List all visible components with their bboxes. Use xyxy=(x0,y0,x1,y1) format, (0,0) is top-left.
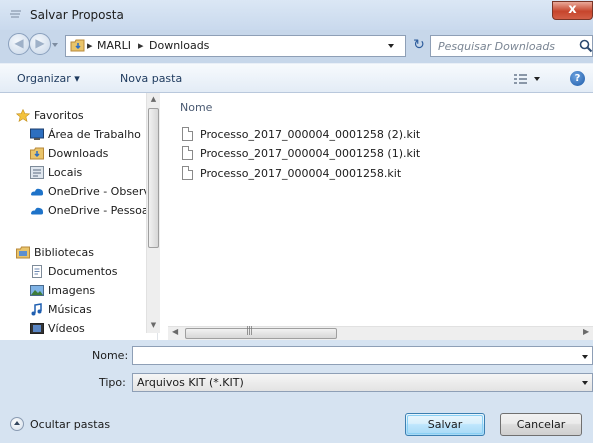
file-icon xyxy=(182,166,193,180)
videos-icon xyxy=(30,323,44,334)
address-dropdown-icon[interactable] xyxy=(388,44,394,48)
sidebar-item-downloads[interactable]: Downloads xyxy=(10,145,150,163)
hide-folders-label: Ocultar pastas xyxy=(30,418,111,431)
save-button-label: Salvar xyxy=(427,418,463,431)
grip-icon: ||| xyxy=(246,326,253,336)
breadcrumb-downloads[interactable]: Downloads xyxy=(149,39,209,52)
music-icon xyxy=(31,303,42,316)
navigation-pane-scrollbar[interactable]: ▲ ▼ xyxy=(146,93,160,333)
save-dialog: Salvar Proposta x ◀ ▶ ▸ MARLI ▸ Download… xyxy=(0,0,593,443)
scroll-up-arrow-icon[interactable]: ▲ xyxy=(147,95,160,103)
cancel-button[interactable]: Cancelar xyxy=(500,413,582,436)
scroll-down-arrow-icon[interactable]: ▼ xyxy=(147,321,160,329)
file-icon xyxy=(182,127,193,141)
chevron-down-icon[interactable] xyxy=(582,381,588,385)
sidebar-item-desktop[interactable]: Área de Trabalho xyxy=(10,126,150,144)
sidebar-item-recent-places[interactable]: Locais xyxy=(10,164,150,182)
search-placeholder: Pesquisar Downloads xyxy=(438,40,556,53)
command-bar: Organizar ▾ Nova pasta ? xyxy=(0,63,593,93)
file-list: Nome Processo_2017_000004_0001258 (2).ki… xyxy=(168,93,593,340)
sidebar-item-onedrive-personal[interactable]: OneDrive - Pessoal xyxy=(10,202,152,220)
save-button[interactable]: Salvar xyxy=(405,413,485,436)
sidebar-item-label: Locais xyxy=(48,166,83,179)
file-name: Processo_2017_000004_0001258 (1).kit xyxy=(200,147,421,160)
sidebar-item-label: Bibliotecas xyxy=(34,246,95,259)
onedrive-icon xyxy=(31,188,44,196)
desktop-icon xyxy=(30,128,44,140)
sidebar-item-label: Downloads xyxy=(48,147,109,160)
scroll-right-arrow-icon[interactable]: ▶ xyxy=(583,327,589,336)
collapse-icon xyxy=(10,417,24,431)
file-type-label: Tipo: xyxy=(99,376,126,389)
breadcrumb-separator: ▸ xyxy=(87,39,93,52)
new-folder-button[interactable]: Nova pasta xyxy=(120,72,182,85)
sidebar-item-label: Vídeos xyxy=(48,322,85,335)
change-view-icon[interactable] xyxy=(513,71,543,87)
sidebar-item-label: OneDrive - Observatório xyxy=(48,185,157,198)
save-options: Nome: Tipo: Arquivos KIT (*.KIT) Ocultar… xyxy=(0,340,593,443)
organize-button[interactable]: Organizar ▾ xyxy=(17,72,80,85)
sidebar-item-label: Área de Trabalho xyxy=(48,128,141,141)
sidebar-item-label: Imagens xyxy=(48,284,96,297)
sidebar-item-label: Músicas xyxy=(48,303,92,316)
onedrive-icon xyxy=(31,207,44,215)
title-bar[interactable]: Salvar Proposta x xyxy=(0,0,593,30)
file-name-label: Nome: xyxy=(92,349,129,362)
navigation-pane: Favoritos Área de Trabalho Downloads Loc… xyxy=(10,93,158,340)
file-list-scrollbar[interactable]: ◀ ||| ▶ xyxy=(168,326,593,341)
file-name-field[interactable] xyxy=(132,346,593,365)
forward-arrow-icon: ▶ xyxy=(35,36,45,50)
file-type-select[interactable]: Arquivos KIT (*.KIT) xyxy=(132,373,593,392)
sidebar-item-label: OneDrive - Pessoal xyxy=(48,204,152,217)
scroll-left-arrow-icon[interactable]: ◀ xyxy=(172,327,178,336)
file-icon xyxy=(182,146,193,160)
file-name: Processo_2017_000004_0001258.kit xyxy=(200,167,402,180)
back-arrow-icon: ◀ xyxy=(14,36,24,50)
history-dropdown-icon[interactable] xyxy=(52,43,58,47)
star-icon xyxy=(16,109,30,122)
documents-icon xyxy=(32,265,42,278)
close-button[interactable]: x xyxy=(552,1,593,20)
dialog-icon xyxy=(10,10,21,18)
folder-icon xyxy=(70,39,85,52)
sidebar-item-documents[interactable]: Documentos xyxy=(10,263,150,281)
scrollbar-thumb[interactable] xyxy=(148,108,159,248)
pictures-icon xyxy=(30,285,44,296)
back-button[interactable]: ◀ xyxy=(8,33,30,55)
search-icon[interactable] xyxy=(579,39,593,53)
breadcrumb-separator: ▸ xyxy=(138,39,144,52)
column-header-name[interactable]: Nome xyxy=(180,101,212,114)
refresh-button[interactable]: ↻ xyxy=(409,35,429,57)
scrollbar-thumb[interactable]: ||| xyxy=(185,326,337,339)
sidebar-item-videos[interactable]: Vídeos xyxy=(10,320,150,338)
window-title: Salvar Proposta xyxy=(30,8,124,22)
libraries-icon xyxy=(16,246,30,259)
sidebar-item-label: Documentos xyxy=(48,265,118,278)
sidebar-item-music[interactable]: Músicas xyxy=(10,301,150,319)
file-type-value: Arquivos KIT (*.KIT) xyxy=(137,376,244,389)
breadcrumb-marli[interactable]: MARLI xyxy=(97,39,131,52)
sidebar-item-libraries[interactable]: Bibliotecas xyxy=(10,244,150,262)
sidebar-item-onedrive-work[interactable]: OneDrive - Observatório xyxy=(10,183,157,201)
downloads-folder-icon xyxy=(30,147,44,160)
recent-places-icon xyxy=(30,166,44,179)
help-icon[interactable]: ? xyxy=(570,71,585,86)
search-box[interactable]: Pesquisar Downloads xyxy=(430,35,593,57)
navigation-bar: ◀ ▶ ▸ MARLI ▸ Downloads ↻ Pesquisar Down… xyxy=(0,30,593,60)
file-name-dropdown-icon[interactable] xyxy=(582,355,588,359)
sidebar-item-favorites[interactable]: Favoritos xyxy=(10,107,150,125)
sidebar-item-label: Favoritos xyxy=(34,109,84,122)
sidebar-item-pictures[interactable]: Imagens xyxy=(10,282,150,300)
file-name: Processo_2017_000004_0001258 (2).kit xyxy=(200,128,421,141)
address-bar[interactable]: ▸ MARLI ▸ Downloads xyxy=(65,35,406,57)
browser-area: Favoritos Área de Trabalho Downloads Loc… xyxy=(0,93,593,341)
forward-button[interactable]: ▶ xyxy=(29,33,51,55)
